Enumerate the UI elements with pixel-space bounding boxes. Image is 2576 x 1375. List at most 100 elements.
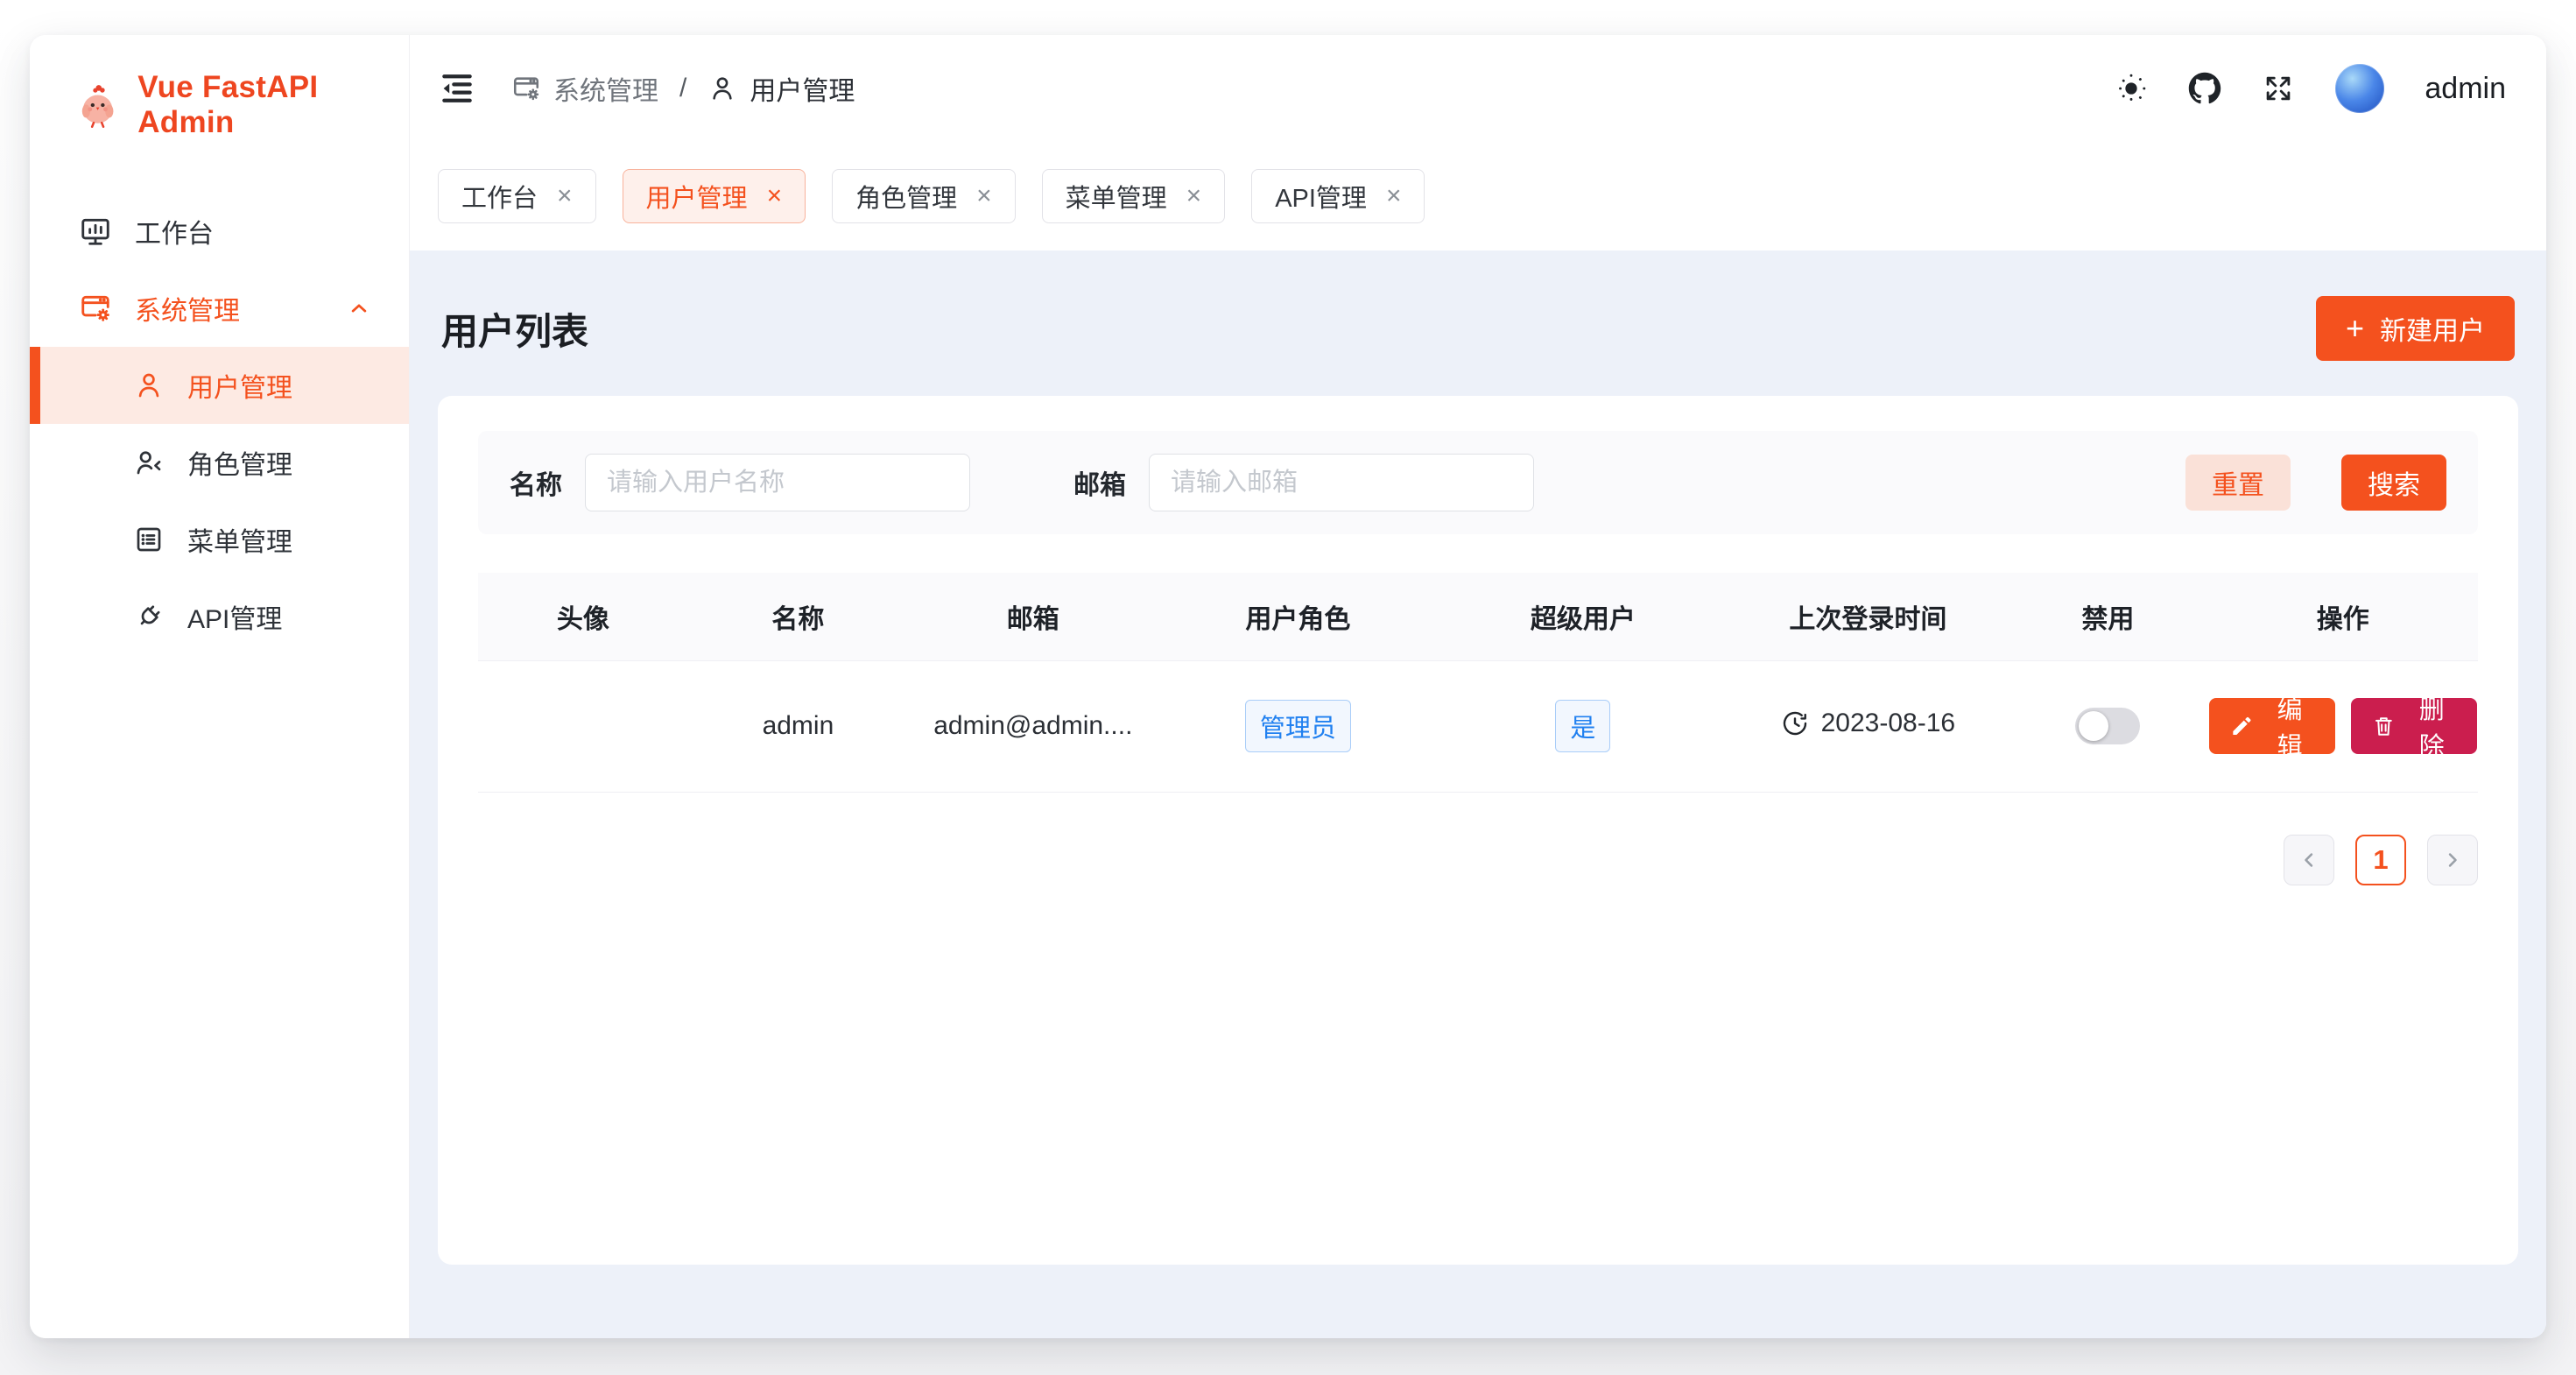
table-header-row: 头像 名称 邮箱 用户角色 超级用户 上次登录时间 禁用 操作 — [478, 573, 2478, 660]
close-icon[interactable]: × — [767, 183, 783, 209]
next-page-button[interactable] — [2427, 835, 2478, 885]
email-filter-input[interactable] — [1149, 454, 1534, 511]
user-role-icon — [133, 447, 165, 478]
col-avatar: 头像 — [478, 573, 688, 660]
trash-icon — [2372, 714, 2396, 738]
browser-gear-icon — [79, 292, 112, 325]
page-number-1[interactable]: 1 — [2355, 835, 2406, 885]
tabbar: 工作台 × 用户管理 × 角色管理 × 菜单管理 × API管理 × — [410, 142, 2546, 250]
col-name: 名称 — [688, 573, 908, 660]
monitor-icon — [79, 215, 112, 248]
pagination: 1 — [478, 835, 2478, 885]
chevron-up-icon — [346, 295, 372, 321]
cell-role: 管理员 — [1158, 660, 1439, 792]
email-filter-label: 邮箱 — [1073, 463, 1126, 502]
sidebar: Vue FastAPI Admin 工作台 系统管理 — [30, 35, 410, 1338]
users-table: 头像 名称 邮箱 用户角色 超级用户 上次登录时间 禁用 操作 — [478, 573, 2478, 793]
user-icon — [133, 370, 165, 401]
breadcrumb-system[interactable]: 系统管理 — [511, 69, 658, 108]
app-logo[interactable]: Vue FastAPI Admin — [30, 35, 409, 140]
tab-label: 菜单管理 — [1066, 178, 1167, 215]
menu-list-icon — [133, 524, 165, 555]
user-avatar[interactable] — [2335, 64, 2384, 113]
pencil-icon — [2230, 714, 2254, 738]
sidebar-item-label: 工作台 — [135, 212, 214, 250]
cell-disabled — [2008, 660, 2207, 792]
topbar-actions: admin — [2115, 64, 2506, 113]
github-icon[interactable] — [2188, 72, 2221, 105]
user-icon — [707, 74, 737, 103]
sidebar-item-workbench[interactable]: 工作台 — [30, 193, 409, 270]
col-last-login: 上次登录时间 — [1728, 573, 2008, 660]
chick-logo-icon — [74, 80, 122, 130]
sidebar-menu: 工作台 系统管理 用户管 — [30, 193, 409, 655]
reset-button[interactable]: 重置 — [2185, 455, 2291, 511]
cell-last-login: 2023-08-16 — [1728, 660, 2008, 792]
topbar: 系统管理 / 用户管理 — [410, 35, 2546, 142]
tab-workbench[interactable]: 工作台 × — [438, 169, 596, 223]
close-icon[interactable]: × — [1386, 183, 1402, 209]
col-superuser: 超级用户 — [1438, 573, 1728, 660]
name-filter-input[interactable] — [585, 454, 970, 511]
prev-page-button[interactable] — [2284, 835, 2334, 885]
cell-email: admin@admin.... — [908, 660, 1158, 792]
cell-avatar — [478, 660, 688, 792]
sidebar-item-label: 系统管理 — [135, 289, 240, 328]
breadcrumb-users[interactable]: 用户管理 — [707, 69, 855, 108]
cell-actions: 编辑 删除 — [2208, 660, 2478, 792]
sidebar-item-label: API管理 — [187, 597, 282, 636]
delete-button[interactable]: 删除 — [2351, 698, 2477, 754]
edit-button[interactable]: 编辑 — [2209, 698, 2335, 754]
username[interactable]: admin — [2425, 72, 2506, 106]
fullscreen-icon[interactable] — [2262, 72, 2295, 105]
superuser-tag: 是 — [1555, 700, 1610, 752]
clock-icon — [1781, 709, 1809, 737]
plug-icon — [133, 601, 165, 632]
breadcrumb-separator: / — [679, 74, 686, 103]
browser-gear-icon — [511, 74, 541, 103]
tab-label: 角色管理 — [855, 178, 957, 215]
sidebar-item-label: 用户管理 — [187, 366, 292, 405]
tab-label: 用户管理 — [646, 178, 748, 215]
sidebar-item-label: 菜单管理 — [187, 520, 292, 559]
content-area: 用户列表 + 新建用户 名称 邮箱 重置 搜索 — [410, 250, 2546, 1338]
close-icon[interactable]: × — [976, 183, 992, 209]
main-column: 系统管理 / 用户管理 — [410, 35, 2546, 1338]
plus-icon: + — [2346, 313, 2364, 344]
sidebar-item-api[interactable]: API管理 — [30, 578, 409, 655]
role-tag: 管理员 — [1245, 700, 1351, 752]
tab-roles[interactable]: 角色管理 × — [832, 169, 1016, 223]
users-card: 名称 邮箱 重置 搜索 头像 名称 — [438, 396, 2518, 1265]
chevron-right-icon — [2440, 848, 2465, 872]
sidebar-item-system[interactable]: 系统管理 — [30, 270, 409, 347]
tab-users[interactable]: 用户管理 × — [623, 169, 806, 223]
sidebar-item-users[interactable]: 用户管理 — [30, 347, 409, 424]
collapse-sidebar-icon[interactable] — [438, 69, 476, 108]
search-button[interactable]: 搜索 — [2341, 455, 2446, 511]
col-actions: 操作 — [2208, 573, 2478, 660]
last-login-value: 2023-08-16 — [1821, 709, 1955, 738]
sidebar-item-menus[interactable]: 菜单管理 — [30, 501, 409, 578]
app-window: Vue FastAPI Admin 工作台 系统管理 — [30, 35, 2546, 1338]
disabled-toggle[interactable] — [2075, 708, 2140, 744]
tab-api[interactable]: API管理 × — [1251, 169, 1425, 223]
breadcrumb-label: 用户管理 — [750, 69, 855, 108]
name-filter-label: 名称 — [510, 463, 562, 502]
page-title: 用户列表 — [441, 302, 588, 356]
chevron-left-icon — [2297, 848, 2321, 872]
filter-panel: 名称 邮箱 重置 搜索 — [478, 431, 2478, 534]
app-title: Vue FastAPI Admin — [137, 70, 409, 140]
close-icon[interactable]: × — [557, 183, 573, 209]
tab-label: 工作台 — [461, 178, 538, 215]
cell-name: admin — [688, 660, 908, 792]
new-user-button[interactable]: + 新建用户 — [2316, 296, 2515, 361]
close-icon[interactable]: × — [1186, 183, 1202, 209]
page-header: 用户列表 + 新建用户 — [438, 280, 2518, 371]
cell-superuser: 是 — [1438, 660, 1728, 792]
tab-menus[interactable]: 菜单管理 × — [1042, 169, 1226, 223]
theme-sun-icon[interactable] — [2115, 72, 2148, 105]
sidebar-item-roles[interactable]: 角色管理 — [30, 424, 409, 501]
breadcrumb-label: 系统管理 — [553, 69, 658, 108]
sidebar-item-label: 角色管理 — [187, 443, 292, 482]
tab-label: API管理 — [1275, 178, 1367, 215]
